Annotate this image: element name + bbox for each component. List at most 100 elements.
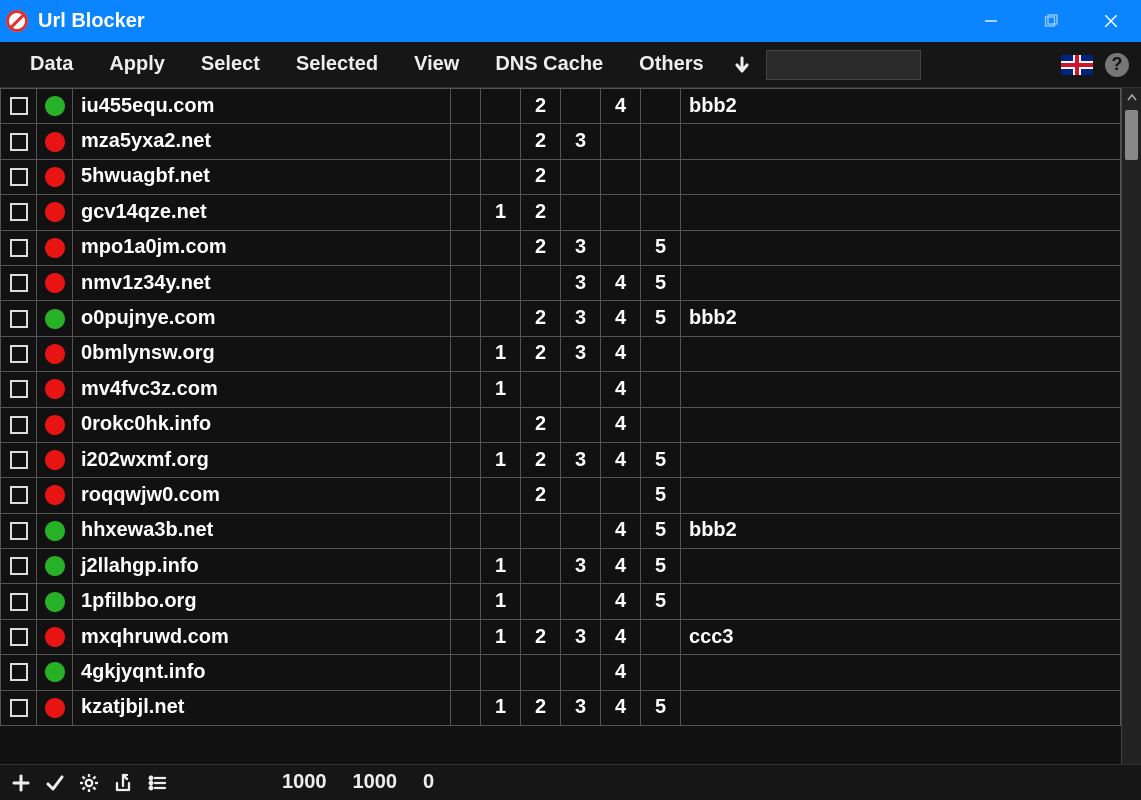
table-row[interactable]: o0pujnye.com2345bbb2: [1, 301, 1121, 336]
export-icon[interactable]: [112, 772, 134, 794]
col-1: 1: [481, 619, 521, 654]
search-box[interactable]: [766, 50, 921, 80]
blank-cell: [451, 513, 481, 548]
col-3: 3: [561, 442, 601, 477]
col-1: [481, 265, 521, 300]
note-cell: [681, 442, 1121, 477]
row-checkbox[interactable]: [10, 310, 28, 328]
col-2: 2: [521, 301, 561, 336]
status-dot-icon: [45, 96, 65, 116]
col-3: 3: [561, 301, 601, 336]
row-checkbox[interactable]: [10, 663, 28, 681]
vertical-scrollbar[interactable]: [1121, 88, 1141, 764]
table-row[interactable]: roqqwjw0.com25: [1, 478, 1121, 513]
list-icon[interactable]: [146, 772, 168, 794]
url-cell: 1pfilbbo.org: [73, 584, 451, 619]
menu-dns-cache[interactable]: DNS Cache: [477, 47, 621, 82]
status-dot-icon: [45, 556, 65, 576]
table-row[interactable]: hhxewa3b.net45bbb2: [1, 513, 1121, 548]
menubar: Data Apply Select Selected View DNS Cach…: [0, 42, 1141, 88]
menu-select[interactable]: Select: [183, 47, 278, 82]
search-input[interactable]: [767, 51, 920, 79]
blank-cell: [451, 584, 481, 619]
menu-view[interactable]: View: [396, 47, 477, 82]
table-row[interactable]: mxqhruwd.com1234ccc3: [1, 619, 1121, 654]
row-checkbox[interactable]: [10, 593, 28, 611]
col-4: [601, 478, 641, 513]
col-3: 3: [561, 549, 601, 584]
row-checkbox[interactable]: [10, 239, 28, 257]
url-cell: mv4fvc3z.com: [73, 372, 451, 407]
table-row[interactable]: 1pfilbbo.org145: [1, 584, 1121, 619]
row-checkbox[interactable]: [10, 203, 28, 221]
table-row[interactable]: iu455equ.com24bbb2: [1, 89, 1121, 124]
row-checkbox[interactable]: [10, 557, 28, 575]
table-row[interactable]: mpo1a0jm.com235: [1, 230, 1121, 265]
row-checkbox[interactable]: [10, 97, 28, 115]
col-3: [561, 89, 601, 124]
count-filtered: 1000: [353, 771, 398, 794]
note-cell: [681, 159, 1121, 194]
col-5: [641, 655, 681, 690]
row-checkbox[interactable]: [10, 451, 28, 469]
menu-data[interactable]: Data: [12, 47, 91, 82]
col-5: 5: [641, 584, 681, 619]
checkmark-icon[interactable]: [44, 772, 66, 794]
row-checkbox[interactable]: [10, 522, 28, 540]
row-checkbox[interactable]: [10, 486, 28, 504]
scroll-thumb[interactable]: [1125, 110, 1138, 160]
col-1: 1: [481, 442, 521, 477]
arrow-down-icon[interactable]: [732, 55, 752, 75]
col-4: 4: [601, 549, 641, 584]
url-cell: roqqwjw0.com: [73, 478, 451, 513]
blank-cell: [451, 89, 481, 124]
menu-others[interactable]: Others: [621, 47, 721, 82]
scroll-up-icon[interactable]: [1122, 88, 1141, 108]
menu-apply[interactable]: Apply: [91, 47, 183, 82]
note-cell: bbb2: [681, 89, 1121, 124]
col-3: 3: [561, 619, 601, 654]
col-1: 1: [481, 372, 521, 407]
status-dot-icon: [45, 450, 65, 470]
language-flag-icon[interactable]: [1061, 55, 1093, 75]
note-cell: [681, 690, 1121, 725]
table-row[interactable]: 0rokc0hk.info24: [1, 407, 1121, 442]
close-button[interactable]: [1081, 0, 1141, 42]
col-2: 2: [521, 619, 561, 654]
col-1: [481, 230, 521, 265]
table-row[interactable]: 4gkjyqnt.info4: [1, 655, 1121, 690]
menu-selected[interactable]: Selected: [278, 47, 396, 82]
row-checkbox[interactable]: [10, 416, 28, 434]
col-3: [561, 159, 601, 194]
maximize-button[interactable]: [1021, 0, 1081, 42]
row-checkbox[interactable]: [10, 699, 28, 717]
table-row[interactable]: 5hwuagbf.net2: [1, 159, 1121, 194]
blank-cell: [451, 478, 481, 513]
help-icon[interactable]: ?: [1105, 53, 1129, 77]
table-row[interactable]: 0bmlynsw.org1234: [1, 336, 1121, 371]
table-row[interactable]: mv4fvc3z.com14: [1, 372, 1121, 407]
app-icon: [6, 10, 28, 32]
add-icon[interactable]: [10, 772, 32, 794]
status-dot-icon: [45, 485, 65, 505]
row-checkbox[interactable]: [10, 628, 28, 646]
table-row[interactable]: nmv1z34y.net345: [1, 265, 1121, 300]
table-row[interactable]: kzatjbjl.net12345: [1, 690, 1121, 725]
blank-cell: [451, 265, 481, 300]
minimize-button[interactable]: [961, 0, 1021, 42]
row-checkbox[interactable]: [10, 168, 28, 186]
table-row[interactable]: gcv14qze.net12: [1, 195, 1121, 230]
gear-icon[interactable]: [78, 772, 100, 794]
row-checkbox[interactable]: [10, 133, 28, 151]
row-checkbox[interactable]: [10, 380, 28, 398]
row-checkbox[interactable]: [10, 274, 28, 292]
table-row[interactable]: mza5yxa2.net23: [1, 124, 1121, 159]
url-cell: gcv14qze.net: [73, 195, 451, 230]
col-4: [601, 124, 641, 159]
col-1: [481, 124, 521, 159]
row-checkbox[interactable]: [10, 345, 28, 363]
table-row[interactable]: j2llahgp.info1345: [1, 549, 1121, 584]
col-2: 2: [521, 89, 561, 124]
col-5: [641, 159, 681, 194]
table-row[interactable]: i202wxmf.org12345: [1, 442, 1121, 477]
